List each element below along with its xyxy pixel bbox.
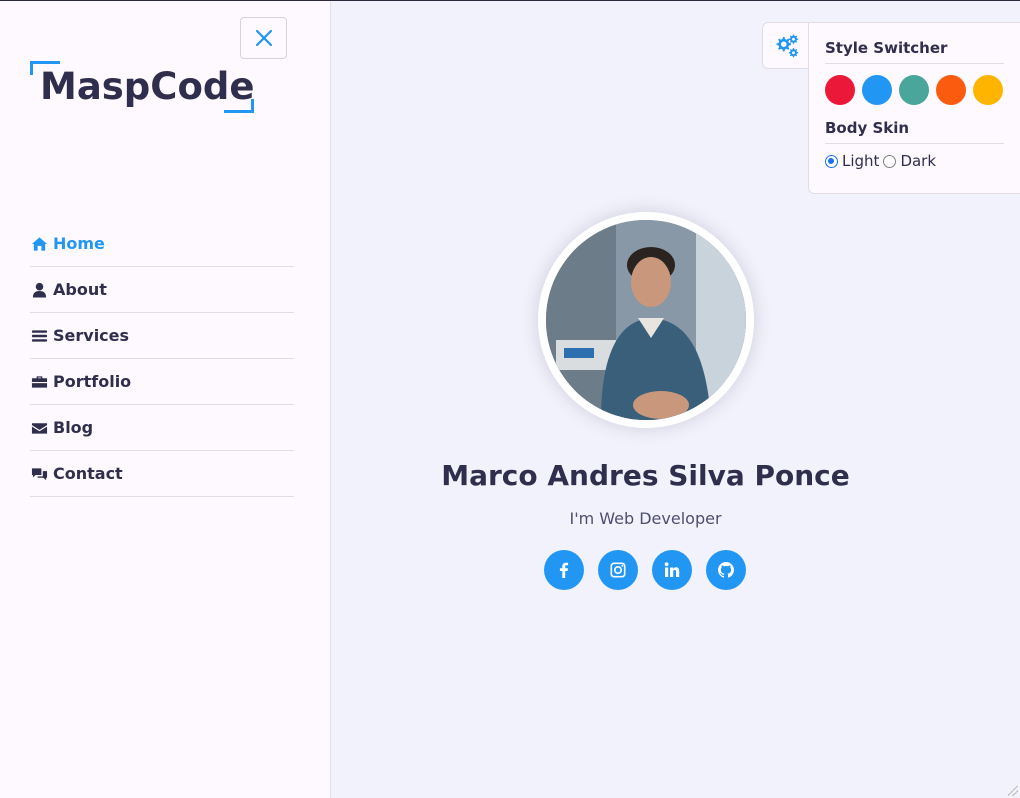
skin-dark-label: Dark bbox=[900, 152, 937, 170]
nav-item-home[interactable]: Home bbox=[30, 221, 294, 267]
hero-role: I'm Web Developer bbox=[569, 509, 722, 528]
instagram-icon bbox=[610, 562, 626, 578]
logo[interactable]: MaspCode bbox=[30, 61, 254, 113]
skin-light-option[interactable]: Light bbox=[825, 152, 879, 170]
color-swatch-blue[interactable] bbox=[862, 75, 892, 105]
gears-icon bbox=[776, 34, 798, 57]
profile-avatar bbox=[538, 212, 754, 428]
color-options bbox=[825, 75, 1004, 105]
nav-item-portfolio[interactable]: Portfolio bbox=[30, 359, 294, 405]
nav-label-blog: Blog bbox=[53, 418, 94, 437]
linkedin-icon bbox=[664, 562, 680, 577]
style-switcher-title: Style Switcher bbox=[825, 39, 1004, 64]
nav-item-blog[interactable]: Blog bbox=[30, 405, 294, 451]
list-icon bbox=[30, 328, 48, 344]
logo-text: MaspCode bbox=[40, 65, 255, 108]
facebook-link[interactable] bbox=[544, 550, 584, 590]
user-icon bbox=[30, 282, 48, 298]
skin-light-radio[interactable] bbox=[825, 154, 838, 168]
color-swatch-teal[interactable] bbox=[899, 75, 929, 105]
envelope-icon bbox=[30, 420, 48, 436]
facebook-icon bbox=[559, 562, 569, 578]
home-icon bbox=[30, 236, 48, 252]
nav-label-portfolio: Portfolio bbox=[53, 372, 132, 391]
nav-item-services[interactable]: Services bbox=[30, 313, 294, 359]
nav-item-about[interactable]: About bbox=[30, 267, 294, 313]
linkedin-link[interactable] bbox=[652, 550, 692, 590]
nav-label-home: Home bbox=[53, 234, 105, 253]
close-icon bbox=[255, 29, 272, 47]
color-swatch-red[interactable] bbox=[825, 75, 855, 105]
hero-name: Marco Andres Silva Ponce bbox=[441, 459, 850, 492]
comments-icon bbox=[30, 466, 48, 482]
briefcase-icon bbox=[30, 374, 48, 390]
github-icon bbox=[718, 562, 734, 578]
color-swatch-orange[interactable] bbox=[936, 75, 966, 105]
sidebar: MaspCode Home About Services Portfolio B… bbox=[0, 1, 331, 798]
profile-photo bbox=[546, 220, 746, 420]
style-switcher-toggle[interactable] bbox=[762, 22, 810, 69]
color-swatch-yellow[interactable] bbox=[973, 75, 1003, 105]
github-link[interactable] bbox=[706, 550, 746, 590]
body-skin-options: Light Dark bbox=[825, 152, 1004, 170]
nav-label-about: About bbox=[53, 280, 107, 299]
main-nav: Home About Services Portfolio Blog Conta… bbox=[30, 221, 294, 497]
nav-label-contact: Contact bbox=[53, 464, 123, 483]
logo-corner-bottom-right bbox=[224, 99, 254, 113]
resize-grip[interactable] bbox=[1008, 786, 1018, 796]
close-nav-button[interactable] bbox=[240, 17, 287, 59]
instagram-link[interactable] bbox=[598, 550, 638, 590]
social-links bbox=[544, 550, 746, 590]
skin-light-label: Light bbox=[842, 152, 880, 170]
style-switcher-panel: Style Switcher Body Skin Light Dark bbox=[808, 22, 1020, 194]
skin-dark-radio[interactable] bbox=[883, 154, 897, 168]
nav-label-services: Services bbox=[53, 326, 130, 345]
skin-dark-option[interactable]: Dark bbox=[883, 152, 936, 170]
nav-item-contact[interactable]: Contact bbox=[30, 451, 294, 497]
body-skin-title: Body Skin bbox=[825, 119, 1004, 144]
